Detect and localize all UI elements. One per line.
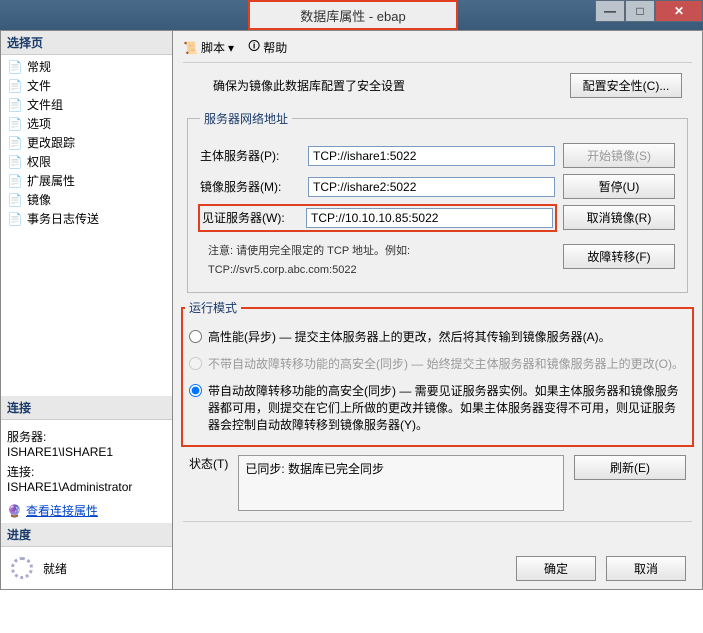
tcp-note-2: TCP://svr5.corp.abc.com:5022 — [208, 264, 555, 276]
select-page-header: 选择页 — [1, 31, 172, 55]
sidebar-item-label: 文件组 — [27, 96, 63, 113]
page-icon: 📄 — [7, 135, 23, 151]
page-icon: 📄 — [7, 211, 23, 227]
progress-header: 进度 — [1, 523, 172, 547]
connection-value: ISHARE1\Administrator — [7, 480, 166, 494]
high-safety-autofo-label: 带自动故障转移功能的高安全(同步) — 需要见证服务器实例。如果主体服务器和镜像… — [208, 382, 686, 433]
pause-button[interactable]: 暂停(U) — [563, 174, 675, 199]
maximize-button[interactable]: □ — [625, 0, 655, 22]
config-security-message: 确保为镜像此数据库配置了安全设置 — [213, 77, 405, 94]
sidebar-item-options[interactable]: 📄选项 — [1, 114, 172, 133]
sidebar-item-filegroups[interactable]: 📄文件组 — [1, 95, 172, 114]
sidebar-item-label: 镜像 — [27, 191, 51, 208]
sidebar-item-label: 文件 — [27, 77, 51, 94]
window-title: 数据库属性 - ebap — [300, 6, 405, 25]
remove-mirroring-button[interactable]: 取消镜像(R) — [563, 205, 675, 230]
tcp-note-1: 注意: 请使用完全限定的 TCP 地址。例如: — [208, 242, 555, 258]
high-safety-autofo-radio[interactable] — [189, 384, 202, 397]
witness-label: 见证服务器(W): — [202, 209, 298, 226]
script-icon: 📜 — [183, 41, 198, 55]
server-network-legend: 服务器网络地址 — [200, 110, 292, 127]
close-button[interactable]: ✕ — [655, 0, 703, 22]
high-perf-label: 高性能(异步) — 提交主体服务器上的更改，然后将其传输到镜像服务器(A)。 — [208, 328, 611, 345]
content-pane: 📜脚本 ▾ 🛈帮助 确保为镜像此数据库配置了安全设置 配置安全性(C)... 服… — [173, 31, 702, 589]
page-icon: 📄 — [7, 173, 23, 189]
sidebar-item-logshipping[interactable]: 📄事务日志传送 — [1, 209, 172, 228]
script-dropdown[interactable]: 📜脚本 ▾ — [183, 39, 234, 56]
server-value: ISHARE1\ISHARE1 — [7, 445, 166, 459]
window-title-highlight: 数据库属性 - ebap — [248, 0, 458, 30]
sidebar-item-files[interactable]: 📄文件 — [1, 76, 172, 95]
status-value: 已同步: 数据库已完全同步 — [245, 462, 384, 476]
help-button[interactable]: 🛈帮助 — [248, 37, 287, 58]
view-connection-props-link[interactable]: 查看连接属性 — [26, 502, 98, 519]
sidebar-item-label: 常规 — [27, 58, 51, 75]
failover-button[interactable]: 故障转移(F) — [563, 244, 675, 269]
progress-status: 就绪 — [43, 560, 67, 577]
sidebar-item-extendedprops[interactable]: 📄扩展属性 — [1, 171, 172, 190]
run-mode-group: 运行模式 高性能(异步) — 提交主体服务器上的更改，然后将其传输到镜像服务器(… — [181, 299, 694, 447]
page-icon: 📄 — [7, 154, 23, 170]
configure-security-button[interactable]: 配置安全性(C)... — [570, 73, 682, 98]
help-icon: 🛈 — [248, 37, 260, 58]
mirror-input[interactable] — [308, 177, 555, 197]
sidebar-item-general[interactable]: 📄常规 — [1, 57, 172, 76]
connection-props-icon: 🔮 — [7, 504, 22, 518]
connection-label: 连接: — [7, 463, 166, 480]
status-box: 已同步: 数据库已完全同步 — [238, 455, 564, 511]
sidebar-item-label: 权限 — [27, 153, 51, 170]
sidebar-item-label: 选项 — [27, 115, 51, 132]
connection-header: 连接 — [1, 396, 172, 420]
server-network-group: 服务器网络地址 主体服务器(P): 开始镜像(S) 镜像服务器(M): 暂停(U… — [187, 110, 688, 293]
sidebar-item-label: 事务日志传送 — [27, 210, 99, 227]
title-bar: 数据库属性 - ebap — □ ✕ — [0, 0, 703, 30]
sidebar: 选择页 📄常规 📄文件 📄文件组 📄选项 📄更改跟踪 📄权限 📄扩展属性 📄镜像… — [1, 31, 173, 589]
page-icon: 📄 — [7, 59, 23, 75]
script-label: 脚本 — [201, 39, 225, 56]
sidebar-item-changetracking[interactable]: 📄更改跟踪 — [1, 133, 172, 152]
witness-input[interactable] — [306, 208, 553, 228]
run-mode-legend: 运行模式 — [185, 299, 241, 316]
mirror-label: 镜像服务器(M): — [200, 178, 300, 195]
cancel-button[interactable]: 取消 — [606, 556, 686, 581]
high-safety-nofo-radio — [189, 357, 202, 370]
high-safety-nofo-label: 不带自动故障转移功能的高安全(同步) — 始终提交主体服务器和镜像服务器上的更改… — [208, 355, 684, 372]
principal-input[interactable] — [308, 146, 555, 166]
page-icon: 📄 — [7, 97, 23, 113]
sidebar-item-label: 扩展属性 — [27, 172, 75, 189]
page-icon: 📄 — [7, 192, 23, 208]
minimize-button[interactable]: — — [595, 0, 625, 22]
ok-button[interactable]: 确定 — [516, 556, 596, 581]
start-mirroring-button: 开始镜像(S) — [563, 143, 675, 168]
sidebar-item-permissions[interactable]: 📄权限 — [1, 152, 172, 171]
server-label: 服务器: — [7, 428, 166, 445]
high-perf-radio[interactable] — [189, 330, 202, 343]
principal-label: 主体服务器(P): — [200, 147, 300, 164]
chevron-down-icon: ▾ — [228, 41, 234, 55]
refresh-button[interactable]: 刷新(E) — [574, 455, 686, 480]
status-label: 状态(T) — [189, 455, 228, 472]
help-label: 帮助 — [263, 39, 287, 56]
page-icon: 📄 — [7, 116, 23, 132]
sidebar-item-mirroring[interactable]: 📄镜像 — [1, 190, 172, 209]
page-icon: 📄 — [7, 78, 23, 94]
sidebar-item-label: 更改跟踪 — [27, 134, 75, 151]
progress-spinner-icon — [11, 557, 33, 579]
